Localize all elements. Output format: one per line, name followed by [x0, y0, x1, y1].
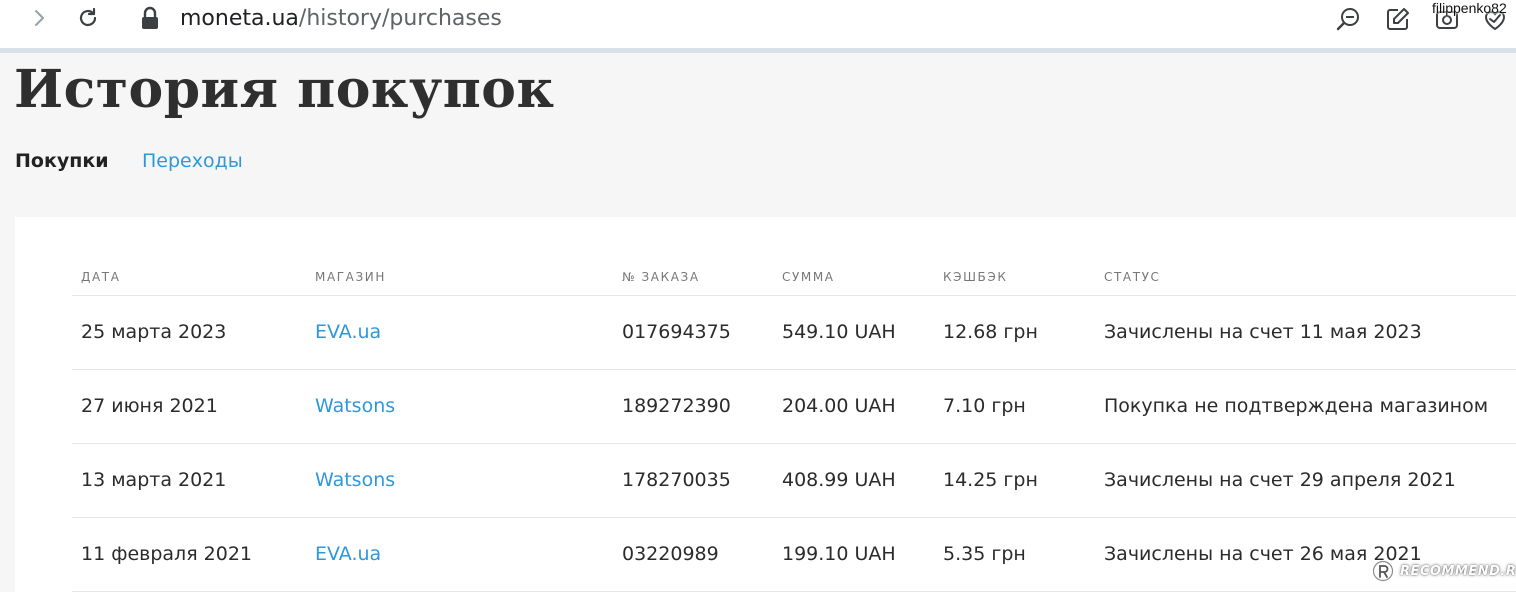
store-link[interactable]: EVA.ua	[315, 540, 381, 568]
watermark-text: RECOMMEND.RU	[1400, 563, 1516, 579]
watermark: RECOMMEND.RU	[1372, 558, 1516, 584]
url-path: /history/purchases	[298, 6, 502, 31]
recommend-logo-icon	[1372, 560, 1394, 582]
cell-sum: 199.10 UAH	[782, 543, 896, 565]
address-bar-url[interactable]: moneta.ua/history/purchases	[180, 5, 502, 33]
store-link[interactable]: Watsons	[315, 466, 395, 494]
username-overlay: filippenko82	[1432, 0, 1507, 16]
store-link[interactable]: EVA.ua	[315, 318, 381, 346]
column-header-status: СТАТУС	[1104, 270, 1161, 284]
table-row: 13 марта 2021 Watsons 178270035 408.99 U…	[72, 444, 1516, 518]
cell-sum: 408.99 UAH	[782, 469, 896, 491]
chevron-right-icon[interactable]	[30, 8, 48, 28]
cell-order-number: 03220989	[622, 543, 719, 565]
column-header-order: № ЗАКАЗА	[622, 270, 700, 284]
column-header-store: МАГАЗИН	[315, 270, 386, 284]
browser-toolbar: moneta.ua/history/purchases filippenko82	[0, 0, 1516, 48]
cell-order-number: 189272390	[622, 395, 731, 417]
cell-date: 25 марта 2023	[81, 321, 227, 343]
store-link[interactable]: Watsons	[315, 392, 395, 420]
lock-icon[interactable]	[140, 6, 160, 30]
cell-date: 13 марта 2021	[81, 469, 227, 491]
cell-order-number: 178270035	[622, 469, 731, 491]
edit-note-icon[interactable]	[1385, 6, 1411, 32]
cell-cashback: 7.10 грн	[943, 395, 1026, 417]
reload-icon[interactable]	[76, 6, 100, 30]
page-title: История покупок	[14, 59, 555, 120]
cell-cashback: 5.35 грн	[943, 543, 1026, 565]
table-row: 11 февраля 2021 EVA.ua 03220989 199.10 U…	[72, 518, 1516, 592]
cell-sum: 549.10 UAH	[782, 321, 896, 343]
toolbar-divider	[0, 48, 1516, 53]
cell-status: Зачислены на счет 11 мая 2023	[1104, 321, 1422, 343]
cell-date: 27 июня 2021	[81, 395, 218, 417]
zoom-out-icon[interactable]	[1336, 6, 1362, 32]
table-header: ДАТА МАГАЗИН № ЗАКАЗА СУММА КЭШБЭК СТАТУ…	[72, 265, 1516, 296]
cell-date: 11 февраля 2021	[81, 543, 253, 565]
tab-purchases[interactable]: Покупки	[15, 146, 109, 176]
cell-status: Зачислены на счет 29 апреля 2021	[1104, 469, 1456, 491]
cell-cashback: 14.25 грн	[943, 469, 1038, 491]
cell-status: Покупка не подтверждена магазином	[1104, 395, 1489, 417]
cell-cashback: 12.68 грн	[943, 321, 1038, 343]
column-header-sum: СУММА	[782, 270, 835, 284]
cell-sum: 204.00 UAH	[782, 395, 896, 417]
column-header-cashback: КЭШБЭК	[943, 270, 1008, 284]
table-row: 25 марта 2023 EVA.ua 017694375 549.10 UA…	[72, 296, 1516, 370]
url-host: moneta.ua	[180, 6, 299, 31]
purchases-card: ДАТА МАГАЗИН № ЗАКАЗА СУММА КЭШБЭК СТАТУ…	[15, 217, 1516, 592]
cell-order-number: 017694375	[622, 321, 731, 343]
table-row: 27 июня 2021 Watsons 189272390 204.00 UA…	[72, 370, 1516, 444]
tab-transitions[interactable]: Переходы	[142, 146, 243, 176]
column-header-date: ДАТА	[81, 270, 121, 284]
